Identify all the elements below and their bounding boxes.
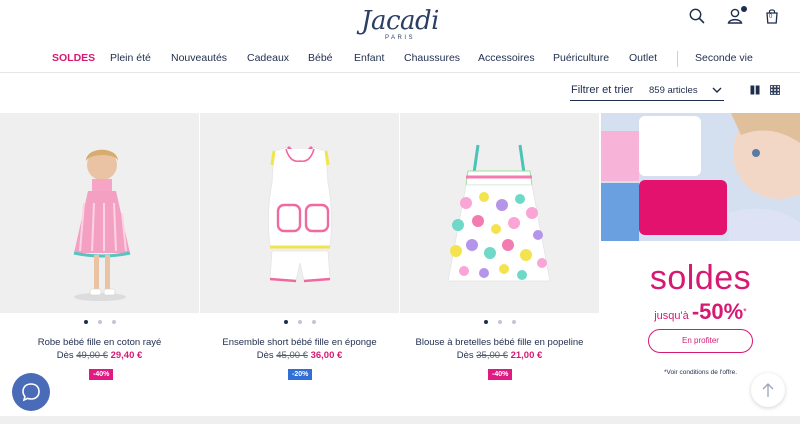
product-name[interactable]: Ensemble short bébé fille en éponge	[200, 337, 399, 348]
product-price: Dès 49,00 € 29,40 €	[0, 350, 199, 361]
nav-item-bebe[interactable]: Bébé	[308, 52, 333, 64]
image-carousel-dots[interactable]	[0, 320, 199, 324]
image-carousel-dots[interactable]	[400, 320, 599, 324]
price-prefix: Dès	[256, 350, 274, 361]
search-icon[interactable]	[688, 7, 706, 25]
logo-wordmark: Jacadi	[361, 6, 439, 36]
nav-item-accessoires[interactable]: Accessoires	[478, 52, 535, 64]
nav-item-outlet[interactable]: Outlet	[629, 52, 657, 64]
nav-item-plein-ete[interactable]: Plein été	[110, 52, 151, 64]
product-image[interactable]	[0, 113, 199, 313]
sale-price: 21,00 €	[510, 350, 543, 361]
nav-item-enfant[interactable]: Enfant	[354, 52, 384, 64]
discount-badge: -20%	[288, 369, 313, 380]
promo-title: soldes	[649, 259, 752, 297]
chat-bubble-icon	[22, 383, 40, 402]
old-price: 45,00 €	[276, 350, 308, 361]
product-image[interactable]	[200, 113, 399, 313]
main-nav: SOLDES Plein été Nouveautés Cadeaux Bébé…	[0, 47, 800, 73]
nav-item-puericulture[interactable]: Puériculture	[553, 52, 609, 64]
sale-promo-tile[interactable]: soldes jusqu'à -50%* En profiter *Voir c…	[601, 113, 800, 387]
chat-button[interactable]	[12, 373, 50, 411]
discount-badge: -40%	[488, 369, 513, 380]
promo-subtitle-prefix: jusqu'à	[654, 310, 689, 322]
back-to-top-button[interactable]	[751, 373, 785, 407]
grid-view-icon[interactable]	[770, 85, 780, 95]
product-image[interactable]	[400, 113, 599, 313]
price-prefix: Dès	[56, 350, 74, 361]
bag-icon[interactable]: 0	[763, 7, 781, 25]
product-price: Dès 35,00 € 21,00 €	[400, 350, 599, 361]
nav-item-nouveautes[interactable]: Nouveautés	[171, 52, 227, 64]
product-name[interactable]: Blouse à bretelles bébé fille en popelin…	[400, 337, 599, 348]
image-carousel-dots[interactable]	[200, 320, 399, 324]
select-underline	[570, 100, 724, 101]
brand-logo[interactable]: Jacadi PARIS	[360, 8, 440, 42]
old-price: 49,00 €	[76, 350, 108, 361]
filter-sort-button[interactable]: Filtrer et trier	[571, 84, 633, 96]
price-prefix: Dès	[456, 350, 474, 361]
product-name[interactable]: Robe bébé fille en coton rayé	[0, 337, 199, 348]
nav-item-soldes[interactable]: SOLDES	[52, 52, 95, 64]
nav-divider	[677, 51, 678, 67]
site-header: Jacadi PARIS 0	[0, 0, 800, 46]
two-column-view-icon[interactable]	[750, 85, 760, 95]
arrow-up-icon	[762, 383, 774, 397]
shop-now-button[interactable]: En profiter	[648, 329, 753, 353]
promo-discount-value: -50%	[691, 299, 744, 324]
promo-image	[601, 113, 800, 241]
old-price: 35,00 €	[476, 350, 508, 361]
product-card[interactable]: Robe bébé fille en coton rayé Dès 49,00 …	[0, 113, 199, 387]
product-card[interactable]: Blouse à bretelles bébé fille en popelin…	[400, 113, 599, 387]
notification-dot	[741, 6, 747, 12]
product-price: Dès 45,00 € 36,00 €	[200, 350, 399, 361]
account-icon[interactable]	[726, 6, 747, 25]
promo-asterisk: *	[743, 306, 747, 317]
discount-badge: -40%	[89, 369, 114, 380]
promo-subtitle: jusqu'à -50%*	[601, 299, 800, 325]
sale-price: 36,00 €	[310, 350, 343, 361]
nav-item-chaussures[interactable]: Chaussures	[404, 52, 460, 64]
product-card[interactable]: Ensemble short bébé fille en éponge Dès …	[200, 113, 399, 387]
next-row-preview	[0, 416, 800, 424]
article-count: 859 articles	[649, 85, 698, 96]
bag-count: 0	[769, 14, 773, 20]
chevron-down-icon[interactable]	[711, 84, 723, 96]
nav-item-cadeaux[interactable]: Cadeaux	[247, 52, 289, 64]
sale-price: 29,40 €	[110, 350, 143, 361]
listing-toolbar: Filtrer et trier 859 articles	[0, 74, 800, 112]
nav-item-seconde-vie[interactable]: Seconde vie	[695, 52, 753, 64]
